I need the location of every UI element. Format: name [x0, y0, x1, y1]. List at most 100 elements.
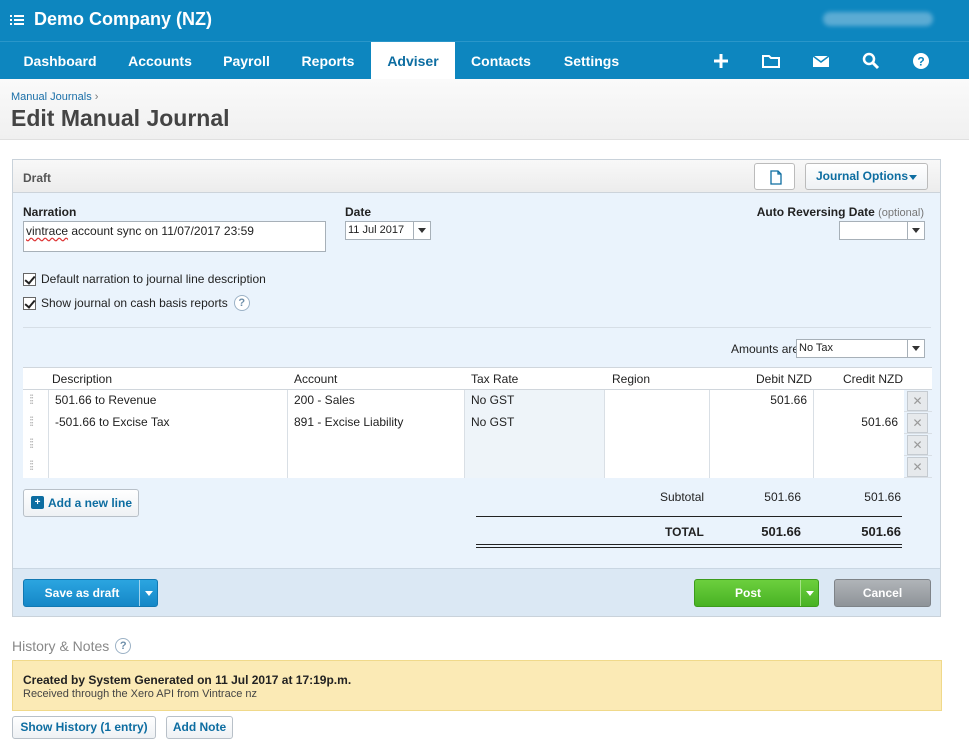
- org-name: Demo Company (NZ): [34, 9, 213, 29]
- total-rule: [476, 544, 902, 548]
- delete-row-icon[interactable]: ✕: [907, 435, 928, 455]
- journal-panel: Draft Journal Options Narration vintrace…: [12, 159, 941, 617]
- narration-value: account sync on 11/07/2017 23:59: [68, 224, 254, 238]
- chevron-down-icon[interactable]: [139, 580, 157, 606]
- help-icon[interactable]: ?: [115, 638, 132, 654]
- menu-icon: [10, 14, 24, 25]
- amounts-are-label: Amounts are: [731, 342, 800, 356]
- cell-description[interactable]: [48, 434, 287, 456]
- nav-contacts[interactable]: Contacts: [457, 42, 545, 80]
- divider: [23, 327, 931, 328]
- help-icon[interactable]: ?: [911, 51, 931, 71]
- save-draft-button[interactable]: Save as draft: [23, 579, 158, 607]
- cancel-button[interactable]: Cancel: [834, 579, 931, 607]
- cell-account[interactable]: [287, 456, 464, 478]
- chevron-down-icon[interactable]: [907, 222, 924, 239]
- cell-description[interactable]: -501.66 to Excise Tax: [48, 412, 287, 434]
- delete-row-icon[interactable]: ✕: [907, 457, 928, 477]
- history-entry-title: Created by System Generated on 11 Jul 20…: [23, 673, 352, 687]
- nav-dashboard[interactable]: Dashboard: [8, 42, 112, 80]
- narration-value-misspelled: vintrace: [26, 224, 69, 238]
- cell-account[interactable]: 200 - Sales: [287, 390, 464, 412]
- table-header: Description Account Tax Rate Region Debi…: [23, 367, 932, 390]
- subtotal-label: Subtotal: [660, 490, 705, 504]
- add-note-button[interactable]: Add Note: [166, 716, 233, 739]
- journal-panel-header: Draft Journal Options: [13, 160, 940, 193]
- amounts-are-value: No Tax: [799, 342, 834, 354]
- cell-debit[interactable]: [709, 412, 813, 434]
- cash-basis-checkbox[interactable]: [23, 296, 36, 310]
- nav-payroll[interactable]: Payroll: [208, 42, 285, 80]
- org-switcher[interactable]: Demo Company (NZ): [10, 9, 212, 30]
- auto-reversing-optional: (optional): [878, 207, 924, 219]
- default-narration-option[interactable]: Default narration to journal line descri…: [23, 272, 266, 286]
- amounts-are-select[interactable]: No Tax: [796, 339, 925, 358]
- breadcrumb-manual-journals[interactable]: Manual Journals: [11, 91, 92, 103]
- subtotal-rule: [476, 516, 902, 517]
- nav-reports[interactable]: Reports: [287, 42, 369, 80]
- cash-basis-label: Show journal on cash basis reports: [41, 296, 228, 310]
- svg-text:?: ?: [917, 55, 924, 69]
- journal-options-button[interactable]: Journal Options: [805, 163, 928, 190]
- cell-region[interactable]: [604, 390, 709, 412]
- delete-row-icon[interactable]: ✕: [907, 413, 928, 433]
- cell-region[interactable]: [604, 456, 709, 478]
- mail-icon[interactable]: [811, 51, 831, 71]
- nav-accounts[interactable]: Accounts: [114, 42, 206, 80]
- table-row: 501.66 to Revenue 200 - Sales No GST 501…: [23, 390, 932, 412]
- date-value: 11 Jul 2017: [348, 224, 405, 236]
- cell-debit[interactable]: [709, 456, 813, 478]
- col-description: Description: [52, 372, 113, 386]
- cell-description[interactable]: 501.66 to Revenue: [48, 390, 287, 412]
- page-title: Edit Manual Journal: [11, 105, 230, 131]
- date-field[interactable]: 11 Jul 2017: [345, 221, 431, 240]
- nav-settings[interactable]: Settings: [547, 42, 636, 80]
- auto-reversing-label: Auto Reversing Date (optional): [757, 205, 924, 219]
- search-icon[interactable]: [861, 51, 881, 71]
- cell-region[interactable]: [604, 412, 709, 434]
- default-narration-label: Default narration to journal line descri…: [41, 272, 266, 286]
- cell-credit[interactable]: [813, 434, 904, 456]
- copy-button[interactable]: [754, 163, 795, 190]
- table-row: -501.66 to Excise Tax 891 - Excise Liabi…: [23, 412, 932, 434]
- auto-reversing-date-field[interactable]: [839, 221, 925, 240]
- add-line-button[interactable]: + Add a new line: [23, 489, 139, 517]
- cash-basis-option[interactable]: Show journal on cash basis reports ?: [23, 295, 250, 311]
- drag-handle-icon[interactable]: [23, 434, 48, 456]
- help-icon[interactable]: ?: [233, 295, 250, 311]
- delete-row-icon[interactable]: ✕: [907, 391, 928, 411]
- cell-tax-rate[interactable]: No GST: [464, 412, 604, 434]
- default-narration-checkbox[interactable]: [23, 272, 36, 286]
- chevron-down-icon[interactable]: [800, 580, 818, 606]
- history-title: History & Notes: [12, 638, 110, 654]
- cell-debit[interactable]: [709, 434, 813, 456]
- post-button[interactable]: Post: [694, 579, 819, 607]
- subtotal-credit: 501.66: [864, 490, 901, 504]
- folder-icon[interactable]: [761, 51, 781, 71]
- cell-tax-rate[interactable]: [464, 434, 604, 456]
- cell-credit[interactable]: 501.66: [813, 412, 904, 434]
- drag-handle-icon[interactable]: [23, 456, 48, 478]
- nav-adviser[interactable]: Adviser: [371, 42, 455, 80]
- cell-credit[interactable]: [813, 456, 904, 478]
- cell-description[interactable]: [48, 456, 287, 478]
- cell-tax-rate[interactable]: [464, 456, 604, 478]
- total-credit: 501.66: [861, 524, 901, 539]
- col-credit: Credit NZD: [842, 372, 903, 386]
- cell-debit[interactable]: 501.66: [709, 390, 813, 412]
- cell-tax-rate[interactable]: No GST: [464, 390, 604, 412]
- journal-options-label: Journal Options: [816, 169, 909, 183]
- cell-region[interactable]: [604, 434, 709, 456]
- chevron-down-icon[interactable]: [413, 222, 430, 239]
- cell-account[interactable]: [287, 434, 464, 456]
- drag-handle-icon[interactable]: [23, 390, 48, 412]
- cell-credit[interactable]: [813, 390, 904, 412]
- save-draft-label: Save as draft: [44, 586, 120, 600]
- narration-input[interactable]: vintrace account sync on 11/07/2017 23:5…: [23, 221, 326, 252]
- chevron-down-icon[interactable]: [907, 340, 924, 357]
- user-menu[interactable]: [823, 12, 933, 26]
- drag-handle-icon[interactable]: [23, 412, 48, 434]
- cell-account[interactable]: 891 - Excise Liability: [287, 412, 464, 434]
- show-history-button[interactable]: Show History (1 entry): [12, 716, 156, 739]
- plus-icon[interactable]: [711, 51, 731, 71]
